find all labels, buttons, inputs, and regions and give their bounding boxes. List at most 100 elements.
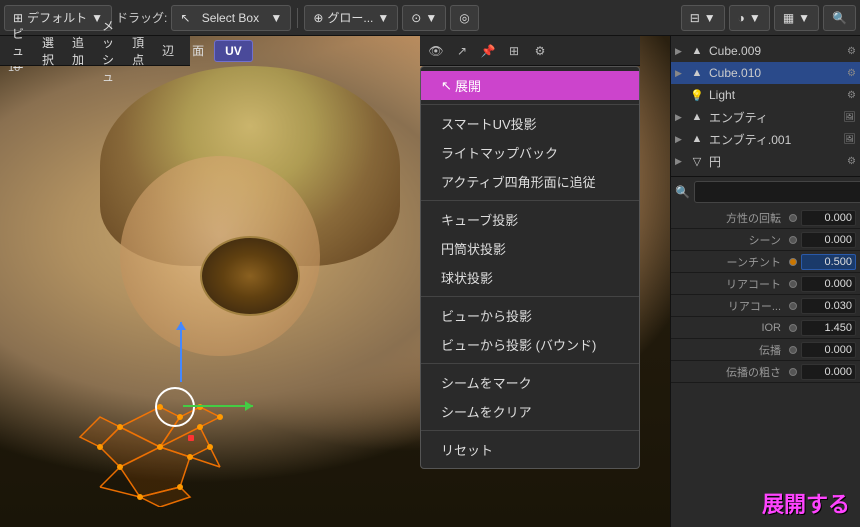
globe-icon: ⊕: [313, 11, 323, 25]
expand-arrow: ▶: [675, 46, 685, 57]
shading-btn[interactable]: ◑ ▼: [729, 5, 770, 31]
mesh-icon: ▲: [689, 45, 705, 57]
overlay-icon: ⊟: [690, 11, 700, 25]
prop-keyframe-dot[interactable]: [789, 258, 797, 266]
proportional-icon: ◎: [459, 11, 469, 25]
prop-keyframe-dot[interactable]: [789, 236, 797, 244]
search-input[interactable]: [694, 181, 860, 203]
prop-value: 0.000: [801, 210, 856, 226]
view-menu[interactable]: ビュー: [4, 40, 32, 62]
scene-item-empty1[interactable]: ▶ ▲ エンブティ 🖼: [671, 106, 860, 128]
viewport-shading[interactable]: ▦ ▼: [774, 5, 819, 31]
empty-icon: ▲: [689, 111, 705, 123]
arrow-icon[interactable]: ↗: [450, 39, 474, 63]
prop-value: 1.450: [801, 320, 856, 336]
edge-menu[interactable]: 辺: [154, 40, 182, 62]
circle-icon: ▽: [689, 155, 705, 168]
expand-arrow: ▶: [675, 134, 685, 145]
mesh-toolbar: ビュー 選択 追加 メッシュ 頂点 辺 面 UV: [0, 36, 190, 66]
settings-icon: ⚙: [847, 90, 856, 101]
settings-icon[interactable]: ⚙: [528, 39, 552, 63]
prop-row-scene: シーン 0.000: [671, 229, 860, 251]
edge-label: 辺: [162, 42, 174, 59]
project-view-item[interactable]: ビューから投影: [421, 301, 639, 330]
cube-project-label: キューブ投影: [441, 210, 518, 229]
scene-item-empty2[interactable]: ▶ ▲ エンブティ.001 🖼: [671, 128, 860, 150]
scene-item-light[interactable]: ▶ 💡 Light ⚙: [671, 84, 860, 106]
prop-row-ior: IOR 1.450: [671, 317, 860, 339]
project-view-bounds-label: ビューから投影 (バウンド): [441, 335, 596, 354]
prop-value: 0.000: [801, 276, 856, 292]
lightmap-item[interactable]: ライトマップバック: [421, 138, 639, 167]
expand-arrow: ▶: [675, 156, 685, 167]
prop-value: 0.000: [801, 342, 856, 358]
search-btn[interactable]: 🔍: [823, 5, 856, 31]
uv-label: UV: [225, 44, 242, 58]
proportional-btn[interactable]: ◎: [450, 5, 478, 31]
snap-btn[interactable]: ⊙ ▼: [402, 5, 446, 31]
bottom-overlay-text: 展開する: [762, 487, 850, 519]
select-label: 選択: [42, 34, 54, 68]
uv-unwrap-item[interactable]: ↖ 展開: [421, 71, 639, 100]
add-menu[interactable]: 追加: [64, 40, 92, 62]
reset-item[interactable]: リセット: [421, 435, 639, 464]
prop-row-clearcoat: リアコート 0.000: [671, 273, 860, 295]
face-menu[interactable]: 面: [184, 40, 212, 62]
drag-label: ドラッグ:: [116, 9, 167, 26]
prop-row-clearcoat-rough: リアコー... 0.030: [671, 295, 860, 317]
uv-toolbar-right: 👁 ↗ 📌 ⊞ ⚙: [420, 36, 640, 66]
reset-label: リセット: [441, 440, 493, 459]
cursor-icon: ↖: [180, 11, 190, 25]
prop-label: 方性の回転: [675, 210, 785, 226]
prop-value: 0.000: [801, 364, 856, 380]
separator-1: [421, 104, 639, 105]
global-dropdown[interactable]: ⊕ グロー... ▼: [304, 5, 398, 31]
scene-item-circle[interactable]: ▶ ▽ 円 ⚙: [671, 150, 860, 172]
uv-dropdown-menu: ↖ 展開 スマートUV投影 ライトマップバック アクティブ四角形面に追従 キュー…: [420, 66, 640, 469]
image-icon: 🖼: [843, 134, 856, 145]
pin-icon[interactable]: 📌: [476, 39, 500, 63]
prop-keyframe-dot[interactable]: [789, 346, 797, 354]
separator-4: [421, 363, 639, 364]
prop-value: 0.500: [801, 254, 856, 270]
item-name: Light: [709, 88, 843, 102]
light-icon: 💡: [689, 89, 705, 102]
project-view-bounds-item[interactable]: ビューから投影 (バウンド): [421, 330, 639, 359]
select-box-dropdown[interactable]: ↖ Select Box ▼: [171, 5, 291, 31]
select-menu[interactable]: 選択: [34, 40, 62, 62]
right-panel: ▶ ▲ Cube.009 ⚙ ▶ ▲ Cube.010 ⚙ ▶ 💡 Light …: [670, 36, 860, 527]
mark-seam-item[interactable]: シームをマーク: [421, 368, 639, 397]
prop-keyframe-dot[interactable]: [789, 280, 797, 288]
cylinder-project-item[interactable]: 円筒状投影: [421, 234, 639, 263]
eye-icon[interactable]: 👁: [424, 39, 448, 63]
overlay-btn[interactable]: ⊟ ▼: [681, 5, 725, 31]
grid-icon[interactable]: ⊞: [502, 39, 526, 63]
separator-5: [421, 430, 639, 431]
follow-active-item[interactable]: アクティブ四角形面に追従: [421, 167, 639, 196]
clear-seam-item[interactable]: シームをクリア: [421, 397, 639, 426]
prop-label: シーン: [675, 232, 785, 248]
prop-row-transmission-rough: 伝播の粗さ 0.000: [671, 361, 860, 383]
prop-keyframe-dot[interactable]: [789, 302, 797, 310]
item-name: エンブティ: [709, 109, 839, 126]
search-icon: 🔍: [675, 185, 690, 199]
vertex-menu[interactable]: 頂点: [124, 40, 152, 62]
lightmap-label: ライトマップバック: [441, 143, 558, 162]
smart-uv-item[interactable]: スマートUV投影: [421, 109, 639, 138]
overlay-arrow: ▼: [704, 11, 716, 25]
prop-keyframe-dot[interactable]: [789, 368, 797, 376]
mesh-menu[interactable]: メッシュ: [94, 40, 122, 62]
prop-keyframe-dot[interactable]: [789, 214, 797, 222]
mesh-icon: ▲: [689, 67, 705, 79]
expand-arrow: ▶: [675, 112, 685, 123]
sphere-project-label: 球状投影: [441, 268, 493, 287]
cube-project-item[interactable]: キューブ投影: [421, 205, 639, 234]
prop-keyframe-dot[interactable]: [789, 324, 797, 332]
scene-item-cube009[interactable]: ▶ ▲ Cube.009 ⚙: [671, 40, 860, 62]
vertex-label: 頂点: [132, 34, 144, 68]
separator-2: [421, 200, 639, 201]
uv-menu-button[interactable]: UV: [214, 40, 253, 62]
scene-item-cube010[interactable]: ▶ ▲ Cube.010 ⚙: [671, 62, 860, 84]
expand-arrow: ▶: [675, 68, 685, 79]
sphere-project-item[interactable]: 球状投影: [421, 263, 639, 292]
